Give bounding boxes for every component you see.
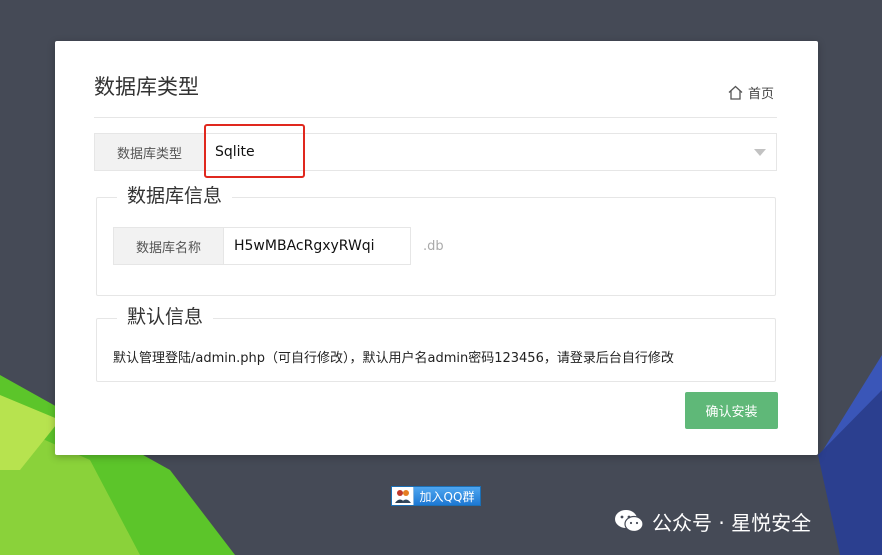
db-type-selected-value: Sqlite xyxy=(215,144,255,160)
default-info-legend: 默认信息 xyxy=(117,304,214,330)
db-type-select[interactable]: Sqlite xyxy=(205,134,776,170)
title-divider xyxy=(94,117,777,118)
qq-badge-label: 加入QQ群 xyxy=(414,487,480,505)
confirm-install-button[interactable]: 确认安装 xyxy=(685,392,778,429)
db-info-fieldset: 数据库信息 数据库名称 .db xyxy=(96,183,776,296)
home-link[interactable]: 首页 xyxy=(727,82,774,102)
home-icon xyxy=(728,85,743,100)
default-info-fieldset: 默认信息 默认管理登陆/admin.php（可自行修改），默认用户名admin密… xyxy=(96,304,776,382)
db-name-input[interactable] xyxy=(223,227,411,265)
db-name-row: 数据库名称 .db xyxy=(113,227,444,265)
page-title: 数据库类型 xyxy=(94,75,199,99)
db-name-label: 数据库名称 xyxy=(113,227,223,265)
wechat-watermark: 公众号 · 星悦安全 xyxy=(614,505,811,537)
watermark-text: 公众号 · 星悦安全 xyxy=(652,510,812,535)
wechat-icon xyxy=(615,510,644,533)
db-type-row: 数据库类型 Sqlite xyxy=(94,133,777,171)
db-suffix: .db xyxy=(423,238,444,254)
db-type-label: 数据库类型 xyxy=(95,134,205,170)
install-card: 数据库类型 首页 数据库类型 Sqlite 数据库信息 数据库名称 .db 默认… xyxy=(55,41,818,455)
join-qq-group-badge[interactable]: 加入QQ群 xyxy=(391,486,481,506)
db-info-legend: 数据库信息 xyxy=(117,183,233,209)
qq-users-icon xyxy=(392,487,414,505)
home-link-label: 首页 xyxy=(748,86,775,102)
default-info-text: 默认管理登陆/admin.php（可自行修改），默认用户名admin密码1234… xyxy=(113,351,674,366)
chevron-down-icon xyxy=(754,149,766,156)
